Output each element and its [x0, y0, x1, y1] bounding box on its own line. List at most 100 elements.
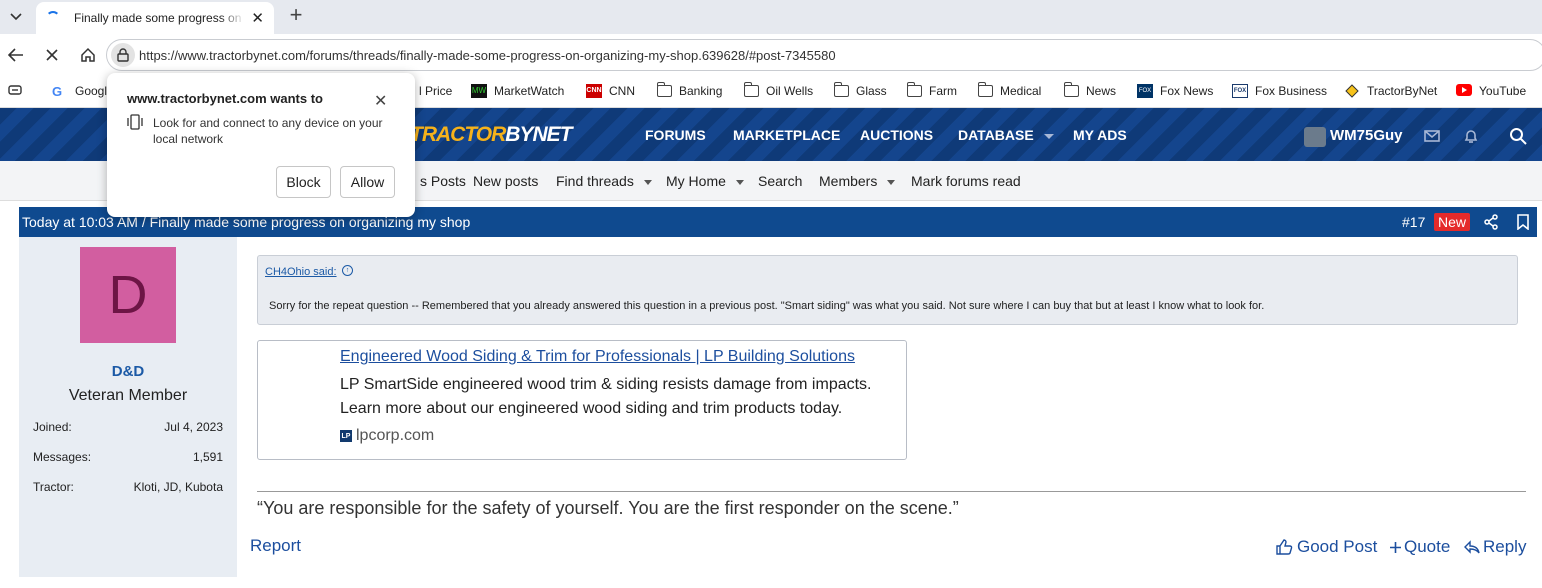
mail-icon[interactable]: [1423, 127, 1441, 145]
quote-block: CH4Ohio said: ↑ Sorry for the repeat que…: [257, 255, 1518, 325]
bookmark-icon[interactable]: [1516, 214, 1530, 230]
post-number[interactable]: #17: [1402, 214, 1425, 230]
bookmark-fox-business[interactable]: FOX Fox Business: [1232, 84, 1327, 98]
poster-name[interactable]: D&D: [19, 363, 237, 380]
link-preview-card[interactable]: Engineered Wood Siding & Trim for Profes…: [257, 340, 907, 460]
nav-my-ads[interactable]: MY ADS: [1073, 127, 1127, 143]
block-button[interactable]: Block: [276, 166, 331, 198]
quote-label: Quote: [1404, 537, 1451, 556]
home-icon: [81, 47, 95, 62]
bookmark-label: TractorByNet: [1367, 84, 1438, 98]
stat-value: 1,591: [192, 450, 223, 464]
tab-strip: Finally made some progress on organizing…: [0, 0, 1542, 34]
bookmark-banking[interactable]: Banking: [657, 82, 722, 98]
report-link[interactable]: Report: [250, 536, 301, 556]
allow-button[interactable]: Allow: [340, 166, 395, 198]
reply-icon: [1464, 540, 1480, 554]
poster-title: Veteran Member: [68, 387, 188, 404]
search-icon[interactable]: [1509, 127, 1527, 145]
share-icon[interactable]: [1483, 214, 1499, 230]
lp-favicon-icon: LP: [340, 430, 352, 442]
bookmark-fox-news[interactable]: FOX Fox News: [1137, 84, 1213, 98]
nav-auctions[interactable]: AUCTIONS: [860, 127, 933, 143]
site-info-button[interactable]: [111, 43, 135, 67]
home-button[interactable]: [76, 43, 100, 67]
bookmark-cnn[interactable]: CNN CNN: [586, 84, 635, 98]
bookmark-medical[interactable]: Medical: [978, 82, 1042, 98]
bookmark-youtube[interactable]: YouTube: [1456, 84, 1526, 98]
bookmark-news[interactable]: News: [1064, 82, 1116, 98]
username[interactable]: WM75Guy: [1330, 127, 1403, 144]
poster-stat-messages: Messages: 1,591: [33, 450, 223, 464]
poster-info: D D&D Veteran Member Joined: Jul 4, 2023…: [19, 237, 237, 577]
stat-label: Messages:: [33, 450, 92, 464]
close-tab-icon[interactable]: ✕: [251, 9, 264, 27]
tab-title: Finally made some progress on organizing…: [74, 11, 245, 25]
popup-title: www.tractorbynet.com wants to: [127, 91, 323, 106]
reply-button[interactable]: Reply: [1464, 537, 1526, 557]
site-logo[interactable]: TRACTORBYNET: [410, 123, 572, 147]
link-preview-title[interactable]: Engineered Wood Siding & Trim for Profes…: [340, 348, 855, 366]
subnav-members[interactable]: Members: [819, 173, 896, 189]
chevron-down-icon: [643, 179, 652, 185]
bell-icon[interactable]: [1462, 127, 1480, 145]
new-badge: New: [1434, 213, 1471, 231]
bookmark-label: l Price: [419, 84, 453, 98]
browser-toolbar: https://www.tractorbynet.com/forums/thre…: [0, 34, 1542, 76]
subnav-search[interactable]: Search: [758, 173, 802, 189]
quote-text: Sorry for the repeat question -- Remembe…: [269, 300, 1265, 312]
nav-database-label: DATABASE: [958, 127, 1034, 143]
bookmark-label: Oil Wells: [766, 84, 814, 98]
bookmark-price[interactable]: l Price: [419, 84, 452, 98]
plus-icon: [1390, 541, 1401, 553]
tab-list-button[interactable]: [4, 5, 28, 29]
back-button[interactable]: [4, 43, 28, 67]
subnav-my-home[interactable]: My Home: [666, 173, 744, 189]
nav-marketplace[interactable]: MARKETPLACE: [733, 127, 840, 143]
lock-icon: [117, 48, 129, 62]
marketwatch-icon: MW: [471, 84, 487, 98]
good-post-button[interactable]: Good Post: [1275, 537, 1377, 557]
chevron-down-icon: [735, 179, 744, 185]
stat-value: Jul 4, 2023: [164, 420, 223, 434]
nav-forums[interactable]: FORUMS: [645, 127, 706, 143]
folder-icon: [834, 82, 849, 97]
bookmark-oil-wells[interactable]: Oil Wells: [744, 82, 814, 98]
stat-label: Tractor:: [33, 480, 74, 494]
arrow-left-icon: [8, 48, 23, 62]
stop-button[interactable]: [40, 43, 64, 67]
bookmark-label: Medical: [1000, 84, 1042, 98]
subnav-find-threads[interactable]: Find threads: [556, 173, 652, 189]
youtube-icon: [1456, 84, 1472, 98]
folder-icon: [1064, 82, 1079, 97]
poster-avatar[interactable]: D: [80, 247, 176, 343]
subnav-label: Find threads: [556, 173, 634, 189]
stat-value: Kloti, JD, Kubota: [133, 480, 223, 494]
browser-tab-active[interactable]: Finally made some progress on organizing…: [36, 2, 274, 34]
close-icon[interactable]: ✕: [374, 91, 387, 111]
bookmark-glass[interactable]: Glass: [834, 82, 887, 98]
folder-icon: [744, 82, 759, 97]
foxbusiness-icon: FOX: [1232, 84, 1248, 98]
bookmark-tractorbynet[interactable]: TractorByNet: [1344, 84, 1437, 98]
bookmark-farm[interactable]: Farm: [907, 82, 957, 98]
address-bar[interactable]: https://www.tractorbynet.com/forums/thre…: [106, 39, 1542, 71]
bookmark-google[interactable]: G Google: [52, 84, 114, 99]
nav-database[interactable]: DATABASE: [958, 127, 1054, 143]
arrow-up-icon[interactable]: ↑: [342, 265, 353, 276]
permission-popup: www.tractorbynet.com wants to ✕ Look for…: [107, 73, 415, 217]
subnav-new-posts[interactable]: New posts: [473, 173, 538, 189]
folder-icon: [978, 82, 993, 97]
subnav-mark-forums-read[interactable]: Mark forums read: [911, 173, 1021, 189]
subnav-posts[interactable]: s Posts: [420, 173, 466, 189]
close-icon: [46, 49, 58, 61]
bookmark-label: Fox News: [1160, 84, 1214, 98]
bookmark-label: YouTube: [1479, 84, 1527, 98]
bookmarks-apps-icon[interactable]: [8, 84, 22, 96]
new-tab-button[interactable]: +: [284, 4, 308, 28]
bookmark-marketwatch[interactable]: MW MarketWatch: [471, 84, 564, 98]
quote-author-link[interactable]: CH4Ohio said:: [265, 266, 337, 278]
user-avatar[interactable]: [1304, 127, 1326, 147]
quote-button[interactable]: Quote: [1389, 537, 1450, 557]
chevron-down-icon: [1043, 133, 1054, 139]
